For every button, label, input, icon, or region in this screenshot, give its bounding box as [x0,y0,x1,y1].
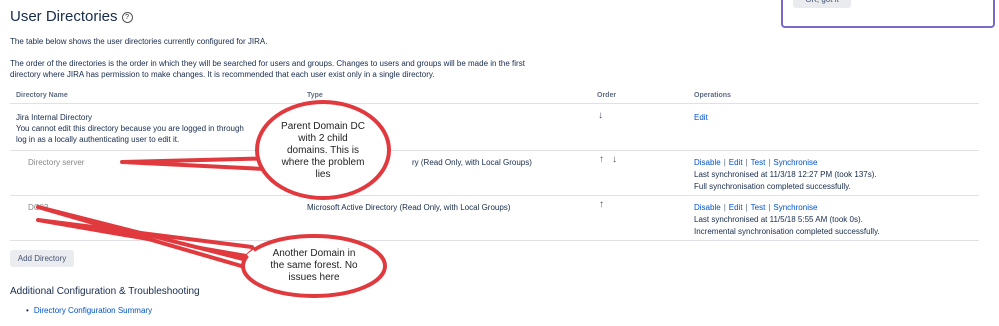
callout-first-text: Parent Domain DC with 2 child domains. T… [262,121,384,181]
callout-second-text: Another Domain in the same forest. No is… [250,248,378,284]
callout-tail [36,205,264,274]
callout-line: Another Domain in [272,248,356,259]
annotation-overlay [36,100,391,298]
callout-line: the same forest. No [270,260,358,271]
callout-line: lies [315,169,331,180]
callout-line: with 2 child [298,133,348,144]
callout-line: Parent Domain DC [281,121,365,132]
callout-line: domains. This is [286,145,360,156]
callout-line: where the problem [281,157,365,168]
callout-line: issues here [288,272,340,283]
